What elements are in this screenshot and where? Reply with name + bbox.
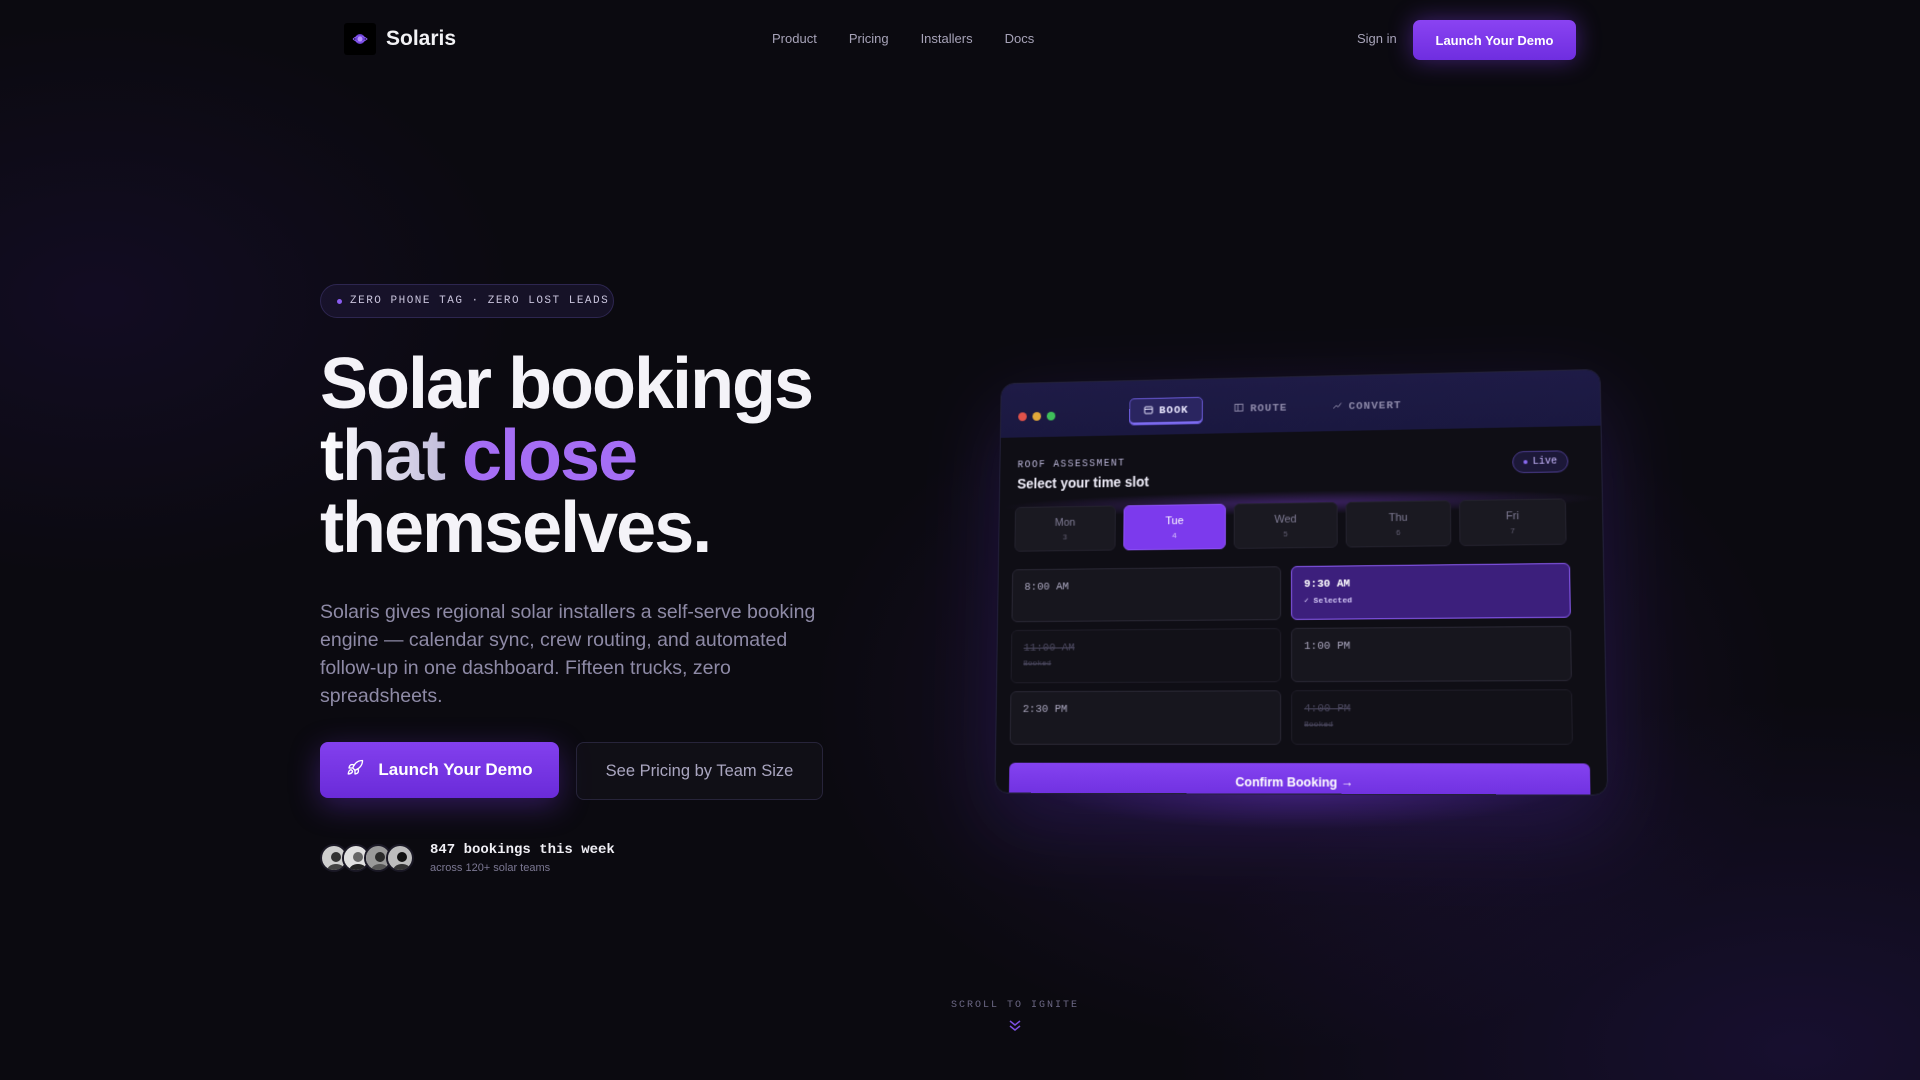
live-label: Live bbox=[1532, 455, 1558, 468]
day-fri[interactable]: Fri 7 bbox=[1458, 498, 1567, 547]
slot-note bbox=[1024, 596, 1268, 598]
social-proof: 847 bookings this week across 120+ solar… bbox=[320, 842, 615, 874]
badge-text: ZERO PHONE TAG · ZERO LOST LEADS bbox=[350, 295, 610, 307]
day-number: 7 bbox=[1510, 525, 1515, 535]
day-wed[interactable]: Wed 5 bbox=[1233, 501, 1338, 549]
widget-header: ROOF ASSESSMENT Select your time slot bbox=[1017, 458, 1149, 492]
tab-route[interactable]: ROUTE bbox=[1221, 395, 1301, 424]
launch-demo-button[interactable]: Launch Your Demo bbox=[320, 742, 559, 798]
tab-route-label: ROUTE bbox=[1250, 402, 1288, 416]
headline-line-2: that close bbox=[320, 420, 812, 492]
day-tue[interactable]: Tue 4 bbox=[1123, 503, 1226, 551]
calendar-icon bbox=[1144, 405, 1154, 419]
day-mon[interactable]: Mon 3 bbox=[1014, 505, 1116, 552]
day-number: 4 bbox=[1172, 530, 1177, 540]
day-name: Wed bbox=[1274, 513, 1297, 526]
brand-name: Solaris bbox=[386, 27, 457, 50]
day-picker: Mon 3 Tue 4 Wed 5 Thu 6 Fri 7 bbox=[1014, 498, 1567, 552]
day-name: Fri bbox=[1505, 509, 1520, 522]
nav-link-docs[interactable]: Docs bbox=[1005, 31, 1035, 46]
widget-titlebar: BOOK ROUTE CONVERT bbox=[1000, 369, 1601, 438]
hero-subtitle: Solaris gives regional solar installers … bbox=[320, 601, 816, 707]
bookings-count: 847 bookings this week bbox=[430, 842, 615, 858]
proof-subtitle: across 120+ solar teams bbox=[430, 862, 551, 874]
tab-convert[interactable]: CONVERT bbox=[1319, 392, 1416, 422]
logo-icon bbox=[344, 23, 376, 55]
brand-logo[interactable]: Solaris bbox=[344, 23, 456, 55]
confirm-booking-button[interactable]: Confirm Booking → bbox=[1008, 762, 1591, 796]
sign-in-link[interactable]: Sign in bbox=[1357, 31, 1397, 46]
section-label: ROOF ASSESSMENT bbox=[1017, 458, 1126, 472]
hero-headline: Solar bookings that close themselves. bbox=[320, 344, 814, 568]
nav-links: Product Pricing Installers Docs bbox=[772, 31, 1034, 46]
hero-badge: ZERO PHONE TAG · ZERO LOST LEADS bbox=[320, 284, 614, 318]
day-name: Thu bbox=[1388, 511, 1408, 524]
day-number: 5 bbox=[1283, 528, 1288, 538]
see-pricing-button[interactable]: See Pricing by Team Size bbox=[576, 742, 823, 800]
scroll-label: SCROLL TO IGNITE bbox=[950, 1000, 1079, 1011]
widget-title: Select your time slot bbox=[1017, 473, 1149, 492]
badge-dot-icon bbox=[337, 298, 342, 304]
window-controls bbox=[1018, 411, 1056, 422]
widget-tabs: BOOK ROUTE CONVERT bbox=[1129, 392, 1416, 426]
headline-line-1: Solar bookings bbox=[320, 344, 814, 424]
slot-time: 9:30 AM bbox=[1303, 578, 1351, 591]
scroll-indicator[interactable]: SCROLL TO IGNITE bbox=[900, 1000, 1130, 1037]
map-icon bbox=[1234, 403, 1244, 417]
booking-widget-wrapper: BOOK ROUTE CONVERT ROOF ASSESSMENT Selec… bbox=[990, 368, 1610, 796]
headline-line-3: themselves. bbox=[320, 488, 712, 568]
rocket-icon bbox=[346, 759, 364, 782]
day-number: 3 bbox=[1062, 532, 1068, 541]
slot-note bbox=[1304, 657, 1558, 658]
chevron-down-icon bbox=[1008, 1019, 1022, 1037]
slot-time: 11:00 AM bbox=[1023, 642, 1075, 655]
nav-link-product[interactable]: Product bbox=[772, 31, 817, 46]
slot-note: Booked bbox=[1304, 720, 1334, 730]
time-slot-1430[interactable]: 2:30 PM bbox=[1009, 690, 1282, 745]
time-slot-1100: 11:00 AM Booked bbox=[1010, 628, 1282, 684]
time-slot-800[interactable]: 8:00 AM bbox=[1011, 566, 1282, 623]
headline-accent-word: close bbox=[461, 416, 638, 496]
launch-demo-label: Launch Your Demo bbox=[378, 760, 533, 779]
booking-widget: BOOK ROUTE CONVERT ROOF ASSESSMENT Selec… bbox=[994, 368, 1609, 796]
nav-link-pricing[interactable]: Pricing bbox=[849, 31, 889, 46]
tab-book-label: BOOK bbox=[1159, 404, 1189, 418]
avatar bbox=[386, 844, 414, 872]
close-dot-icon bbox=[1018, 412, 1027, 422]
slot-time: 4:00 PM bbox=[1304, 703, 1351, 716]
live-badge: Live bbox=[1512, 450, 1569, 474]
tab-book[interactable]: BOOK bbox=[1129, 396, 1204, 426]
time-slot-1300[interactable]: 1:00 PM bbox=[1291, 625, 1572, 683]
minimize-dot-icon bbox=[1032, 412, 1042, 421]
slot-note: Booked bbox=[1023, 659, 1052, 669]
maximize-dot-icon bbox=[1046, 411, 1056, 421]
trend-icon bbox=[1333, 400, 1343, 414]
avatar-stack bbox=[320, 844, 414, 872]
tab-convert-label: CONVERT bbox=[1348, 400, 1402, 414]
time-slots: 8:00 AM 9:30 AM ✓ Selected 11:00 AM Booked… bbox=[1009, 562, 1573, 745]
nav-launch-demo-button[interactable]: Launch Your Demo bbox=[1413, 20, 1576, 60]
day-number: 6 bbox=[1395, 527, 1401, 537]
nav-link-installers[interactable]: Installers bbox=[921, 31, 973, 46]
proof-text: 847 bookings this week across 120+ solar… bbox=[430, 842, 615, 874]
day-name: Tue bbox=[1165, 514, 1184, 527]
live-dot-icon bbox=[1523, 460, 1528, 465]
day-thu[interactable]: Thu 6 bbox=[1345, 500, 1452, 548]
slot-time: 2:30 PM bbox=[1022, 703, 1068, 716]
headline-line-2-start: that bbox=[320, 416, 462, 496]
slot-note: ✓ Selected bbox=[1303, 596, 1353, 606]
top-nav: Solaris Product Pricing Installers Docs … bbox=[0, 0, 1920, 80]
day-name: Mon bbox=[1054, 516, 1076, 529]
slot-time: 1:00 PM bbox=[1304, 640, 1351, 653]
time-slot-930[interactable]: 9:30 AM ✓ Selected bbox=[1291, 562, 1571, 620]
slot-time: 8:00 AM bbox=[1024, 581, 1069, 594]
time-slot-1600: 4:00 PM Booked bbox=[1291, 689, 1573, 745]
